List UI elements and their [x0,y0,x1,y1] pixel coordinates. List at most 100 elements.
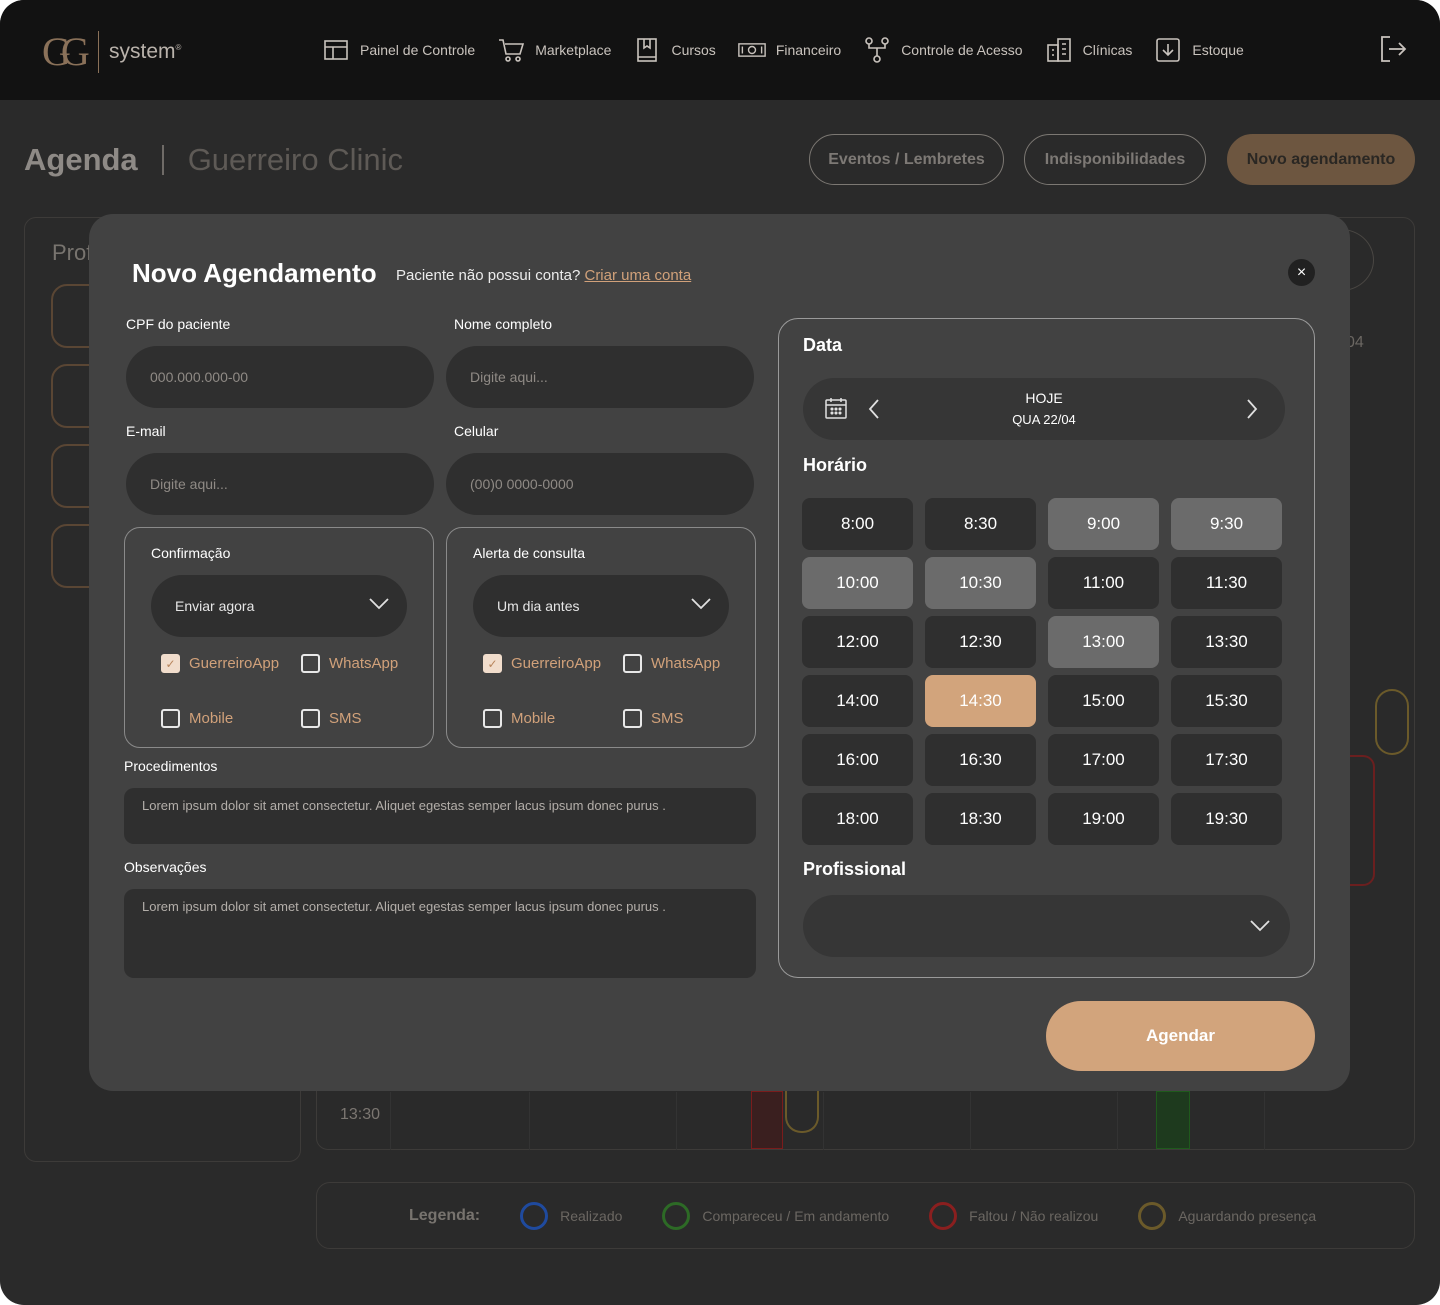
time-slot[interactable]: 17:00 [1048,734,1159,786]
nav-label: Estoque [1192,42,1244,58]
time-slot[interactable]: 18:00 [802,793,913,845]
time-row-label: 13:30 [340,1106,381,1123]
nav-label: Clínicas [1082,42,1133,58]
checkbox-icon [623,654,642,673]
appointment-block[interactable] [785,1091,819,1133]
schedule-button[interactable]: Agendar [1046,1001,1315,1071]
status-ring-icon [662,1201,691,1230]
checkbox-mobile[interactable]: Mobile [161,709,233,728]
create-account-link[interactable]: Criar uma conta [584,267,691,284]
date-time-panel: Data HOJE QUA 22/04 Horário 8:00 8:30 9:00… [778,318,1315,978]
time-slot[interactable]: 19:30 [1171,793,1282,845]
appointment-block[interactable] [1375,689,1409,755]
app-window: GG system® Painel de Controle Marketplac… [0,0,1440,1305]
checkbox-whatsapp[interactable]: WhatsApp [623,654,720,673]
checkbox-mobile[interactable]: Mobile [483,709,555,728]
logo[interactable]: GG system® [42,28,181,75]
notes-textarea[interactable]: Lorem ipsum dolor sit amet consectetur. … [124,889,756,978]
nav-item-estoque[interactable]: Estoque [1154,34,1244,66]
checkbox-guerreiroapp[interactable]: ✓ GuerreiroApp [483,654,601,673]
logo-divider [98,30,99,73]
professional-select[interactable] [803,895,1290,957]
checkbox-sms[interactable]: SMS [623,709,684,728]
new-appointment-modal: Novo Agendamento Paciente não possui con… [89,214,1350,1091]
time-slot[interactable]: 8:30 [925,498,1036,550]
legend-item: Faltou / Não realizou [929,1201,1099,1230]
new-appointment-button[interactable]: Novo agendamento [1227,134,1415,185]
time-slot[interactable]: 15:00 [1048,675,1159,727]
page-title: Agenda [24,142,138,177]
grid-column-divider [676,1092,677,1150]
checkbox-label: SMS [651,710,684,727]
header-divider [161,145,164,175]
procedures-textarea[interactable]: Lorem ipsum dolor sit amet consectetur. … [124,788,756,844]
time-slot[interactable]: 9:30 [1171,498,1282,550]
time-slot[interactable]: 12:00 [802,616,913,668]
appointment-block[interactable] [751,1091,783,1149]
status-ring-icon [520,1201,549,1230]
checkbox-guerreiroapp[interactable]: ✓ GuerreiroApp [161,654,279,673]
appointment-block[interactable] [1156,1091,1190,1149]
checkbox-label: Mobile [189,710,234,727]
nav-item-controle-acesso[interactable]: Controle de Acesso [863,34,1023,66]
name-input[interactable]: Digite aqui... [446,346,754,408]
email-input[interactable]: Digite aqui... [126,453,434,515]
confirmation-select[interactable]: Enviar agora [151,575,407,637]
checkbox-whatsapp[interactable]: WhatsApp [301,654,398,673]
grid-column-divider [823,1092,824,1150]
logout-icon[interactable] [1378,34,1408,64]
time-slot[interactable]: 10:00 [802,557,913,609]
nav-item-marketplace[interactable]: Marketplace [497,34,611,66]
checkbox-label: Mobile [511,710,556,727]
grid-column-divider [970,1092,971,1150]
time-slot[interactable]: 19:00 [1048,793,1159,845]
nav-item-painel[interactable]: Painel de Controle [322,34,475,66]
appointment-block[interactable] [1350,755,1375,886]
time-slot[interactable]: 14:30 [925,675,1036,727]
time-slot[interactable]: 13:00 [1048,616,1159,668]
checkbox-label: WhatsApp [329,655,399,672]
time-label: Horário [803,455,868,475]
main-nav: Painel de Controle Marketplace Cursos Fi… [322,34,1266,66]
access-icon [865,37,889,63]
time-slot[interactable]: 11:30 [1171,557,1282,609]
nav-item-financeiro[interactable]: Financeiro [737,34,842,66]
nav-item-cursos[interactable]: Cursos [633,34,716,66]
close-icon[interactable]: × [1288,259,1315,286]
time-slot[interactable]: 9:00 [1048,498,1159,550]
time-slot[interactable]: 17:30 [1171,734,1282,786]
nav-label: Financeiro [775,42,842,58]
time-slot[interactable]: 18:30 [925,793,1036,845]
alert-select[interactable]: Um dia antes [473,575,729,637]
time-slot[interactable]: 15:30 [1171,675,1282,727]
name-label: Nome completo [454,316,553,332]
unavailability-button[interactable]: Indisponibilidades [1024,134,1206,185]
time-slot[interactable]: 10:30 [925,557,1036,609]
nav-label: Controle de Acesso [901,42,1023,58]
time-slot[interactable]: 16:30 [925,734,1036,786]
confirmation-box: Confirmação Enviar agora ✓ GuerreiroApp … [124,527,434,748]
time-slot[interactable]: 13:30 [1171,616,1282,668]
phone-label: Celular [454,423,499,439]
legend-label: Faltou / Não realizou [969,1207,1099,1224]
time-slot[interactable]: 8:00 [802,498,913,550]
nav-item-clinicas[interactable]: Clínicas [1045,34,1133,66]
legend-title: Legenda: [409,1206,481,1224]
cart-icon [499,39,525,62]
nav-label: Marketplace [535,42,612,58]
legend-item: Realizado [520,1201,622,1230]
checkbox-checked-icon: ✓ [483,654,502,673]
confirmation-selected: Enviar agora [175,598,255,614]
chevron-right-icon[interactable] [1245,398,1259,420]
events-button[interactable]: Eventos / Lembretes [809,134,1004,185]
cpf-label: CPF do paciente [126,316,231,332]
time-slot[interactable]: 12:30 [925,616,1036,668]
phone-input[interactable]: (00)0 0000-0000 [446,453,754,515]
time-slot[interactable]: 14:00 [802,675,913,727]
cpf-input[interactable]: 000.000.000-00 [126,346,434,408]
email-label: E-mail [126,423,166,439]
checkbox-sms[interactable]: SMS [301,709,362,728]
time-slot[interactable]: 16:00 [802,734,913,786]
grid-column-divider [390,1092,391,1150]
time-slot[interactable]: 11:00 [1048,557,1159,609]
